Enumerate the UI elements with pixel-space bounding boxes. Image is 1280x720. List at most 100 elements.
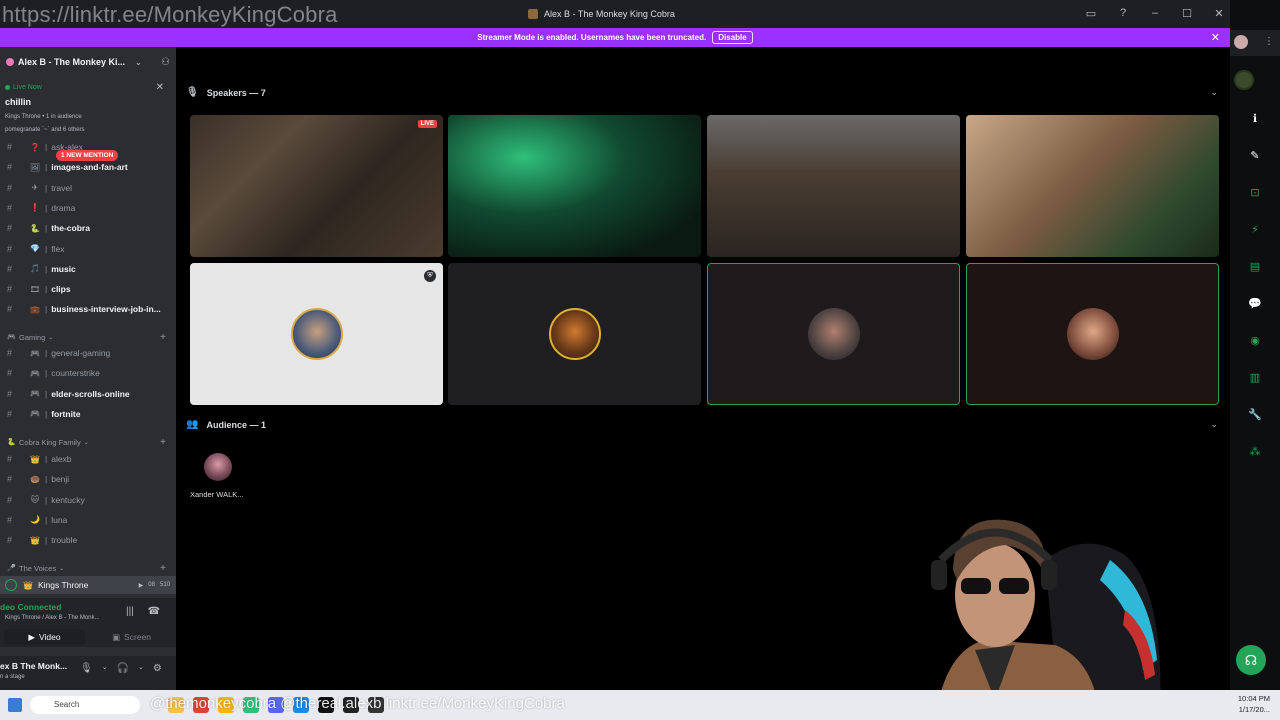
chevron-down-icon[interactable]: ⌄: [1210, 87, 1218, 98]
headset-fab[interactable]: ☊: [1236, 645, 1266, 675]
channel-alexb[interactable]: # 👑 | alexb: [0, 450, 176, 468]
voice-channel-kings-throne[interactable]: 👑 Kings Throne ▶ 08 510: [0, 576, 176, 594]
audience-member-name: Xander WALK...: [190, 490, 244, 499]
channel-trouble[interactable]: # 👑 | trouble: [0, 531, 176, 549]
add-member-icon[interactable]: ⚇: [161, 57, 170, 68]
disable-streamer-mode-button[interactable]: Disable: [712, 31, 753, 44]
taskbar-search[interactable]: Search: [30, 696, 140, 714]
hash-icon: #: [7, 474, 13, 485]
channel-fortnite[interactable]: # 🎮 | fortnite: [0, 405, 176, 423]
channel-travel[interactable]: # ✈ | travel: [0, 179, 176, 197]
speaker-tile-5[interactable]: ⛨: [190, 263, 443, 405]
document-icon[interactable]: ▤: [1246, 258, 1264, 276]
channel-kentucky[interactable]: # 🐱 | kentucky: [0, 491, 176, 509]
server-header[interactable]: Alex B - The Monkey Ki... ⌄ ⚇: [0, 47, 176, 77]
maximize-button[interactable]: ☐: [1180, 7, 1194, 20]
add-channel-icon[interactable]: +: [160, 563, 166, 574]
broadcast-icon[interactable]: ◉: [1246, 332, 1264, 350]
channel-flex[interactable]: # 💎 | flex: [0, 240, 176, 258]
system-clock[interactable]: 10:04 PM 1/17/20...: [1238, 693, 1270, 715]
speaker-tile-6[interactable]: [448, 263, 701, 405]
channel-name: counterstrike: [51, 368, 100, 379]
screen-share-icon: ▣: [112, 631, 121, 642]
microphone-icon[interactable]: 🎙: [80, 663, 93, 674]
channel-name: business-interview-job-in...: [51, 304, 161, 315]
channel-counterstrike[interactable]: # 🎮 | counterstrike: [0, 364, 176, 382]
avatar: [807, 308, 860, 360]
channel-general-gaming[interactable]: # 🎮 | general-gaming: [0, 344, 176, 362]
inbox-icon[interactable]: ▭: [1084, 7, 1098, 20]
wrench-icon[interactable]: 🔧: [1246, 406, 1264, 424]
chat-icon[interactable]: 💬: [1246, 295, 1264, 313]
audience-avatar[interactable]: [204, 453, 232, 481]
hash-icon: #: [7, 182, 13, 193]
gear-icon[interactable]: ⚙: [153, 663, 162, 674]
chevron-down-icon[interactable]: ⌄: [1210, 419, 1218, 430]
connection-channel[interactable]: Kings Throne / Alex B - The Monk...: [5, 615, 100, 621]
separator: |: [45, 514, 48, 525]
headphones-icon[interactable]: 🎧: [117, 663, 129, 674]
noise-suppression-icon[interactable]: |||: [126, 606, 134, 617]
server-logo-icon: [6, 58, 14, 66]
add-channel-icon[interactable]: +: [160, 437, 166, 448]
user-panel: ex B The Monk... n a stage 🎙 ⌄ 🎧 ⌄ ⚙: [0, 656, 176, 690]
channel-luna[interactable]: # 🌙 | luna: [0, 511, 176, 529]
screen-button[interactable]: ▣ Screen: [91, 629, 172, 645]
channel-the-cobra[interactable]: # 🐍 | the-cobra: [0, 219, 176, 237]
webcam-video: [966, 115, 1219, 257]
channel-business-interview-job-in[interactable]: # 💼 | business-interview-job-in...: [0, 300, 176, 318]
pencil-icon[interactable]: ✎: [1246, 147, 1264, 165]
disconnect-icon[interactable]: ☎: [148, 606, 160, 617]
speaker-tile-8[interactable]: [966, 263, 1219, 405]
lightning-icon[interactable]: ⚡: [1246, 221, 1264, 239]
channel-drama[interactable]: # ❗ | drama: [0, 199, 176, 217]
category-family[interactable]: 🐍 Cobra King Family ⌄ +: [0, 435, 176, 449]
category-label: The Voices: [19, 563, 57, 573]
count-a: 08: [148, 581, 155, 588]
user-name[interactable]: ex B The Monk...: [0, 661, 67, 671]
channel-name: alexb: [51, 454, 72, 464]
webcam-video: [448, 115, 701, 257]
channel-clips[interactable]: # 🎞 | clips: [0, 280, 176, 298]
webcam-video: [707, 115, 960, 257]
channel-elder-scrolls-online[interactable]: # 🎮 | elder-scrolls-online: [0, 385, 176, 403]
avatar: [548, 308, 601, 360]
add-channel-icon[interactable]: +: [160, 332, 166, 343]
category-emoji: 🎮: [7, 334, 16, 341]
layout-icon[interactable]: ▥: [1246, 369, 1264, 387]
chevron-down-icon: ⌄: [135, 57, 142, 67]
speaker-tile-stream[interactable]: LIVE: [190, 115, 443, 257]
help-icon[interactable]: ?: [1116, 7, 1130, 20]
apps-icon[interactable]: ⁂: [1246, 443, 1264, 461]
speaker-tile-7[interactable]: [707, 263, 960, 405]
channel-benji[interactable]: # 🍩 | benji: [0, 470, 176, 488]
live-stage-card[interactable]: Live Now ✕ chillin Kings Throne • 1 in a…: [0, 80, 176, 140]
channel-music[interactable]: # 🎵 | music: [0, 260, 176, 278]
speaker-tile-2[interactable]: [448, 115, 701, 257]
category-gaming[interactable]: 🎮 Gaming ⌄ +: [0, 330, 176, 344]
profile-avatar[interactable]: [1234, 35, 1248, 49]
windows-start-icon[interactable]: [8, 698, 22, 712]
new-mention-badge[interactable]: 1 NEW MENTION: [56, 150, 119, 161]
channel-emoji: 🌙: [30, 515, 40, 525]
info-icon[interactable]: ℹ: [1246, 110, 1264, 128]
speaker-tile-3[interactable]: [707, 115, 960, 257]
window-controls: ▭ ? – ☐ ✕: [1084, 7, 1226, 20]
minimize-button[interactable]: –: [1148, 7, 1162, 20]
avatar: [1066, 308, 1119, 360]
chevron-down-icon: ⌄: [48, 334, 54, 341]
close-icon[interactable]: ✕: [156, 82, 164, 93]
category-label: Cobra King Family: [19, 437, 81, 447]
category-voices[interactable]: 🎤 The Voices ⌄ +: [0, 561, 176, 575]
close-button[interactable]: ✕: [1212, 7, 1226, 20]
focus-icon[interactable]: ⊡: [1246, 184, 1264, 202]
close-icon[interactable]: ✕: [1211, 31, 1220, 44]
speaker-tile-4[interactable]: [966, 115, 1219, 257]
chevron-down-icon[interactable]: ⌄: [102, 663, 108, 674]
audience-header: 👥 Audience — 1: [186, 419, 266, 430]
server-avatar[interactable]: [1234, 70, 1254, 90]
chevron-down-icon[interactable]: ⌄: [138, 663, 144, 674]
more-icon[interactable]: ⋮: [1264, 36, 1274, 47]
channel-sidebar: Alex B - The Monkey Ki... ⌄ ⚇ Live Now ✕…: [0, 47, 176, 690]
video-button[interactable]: ▶ Video: [4, 629, 85, 645]
